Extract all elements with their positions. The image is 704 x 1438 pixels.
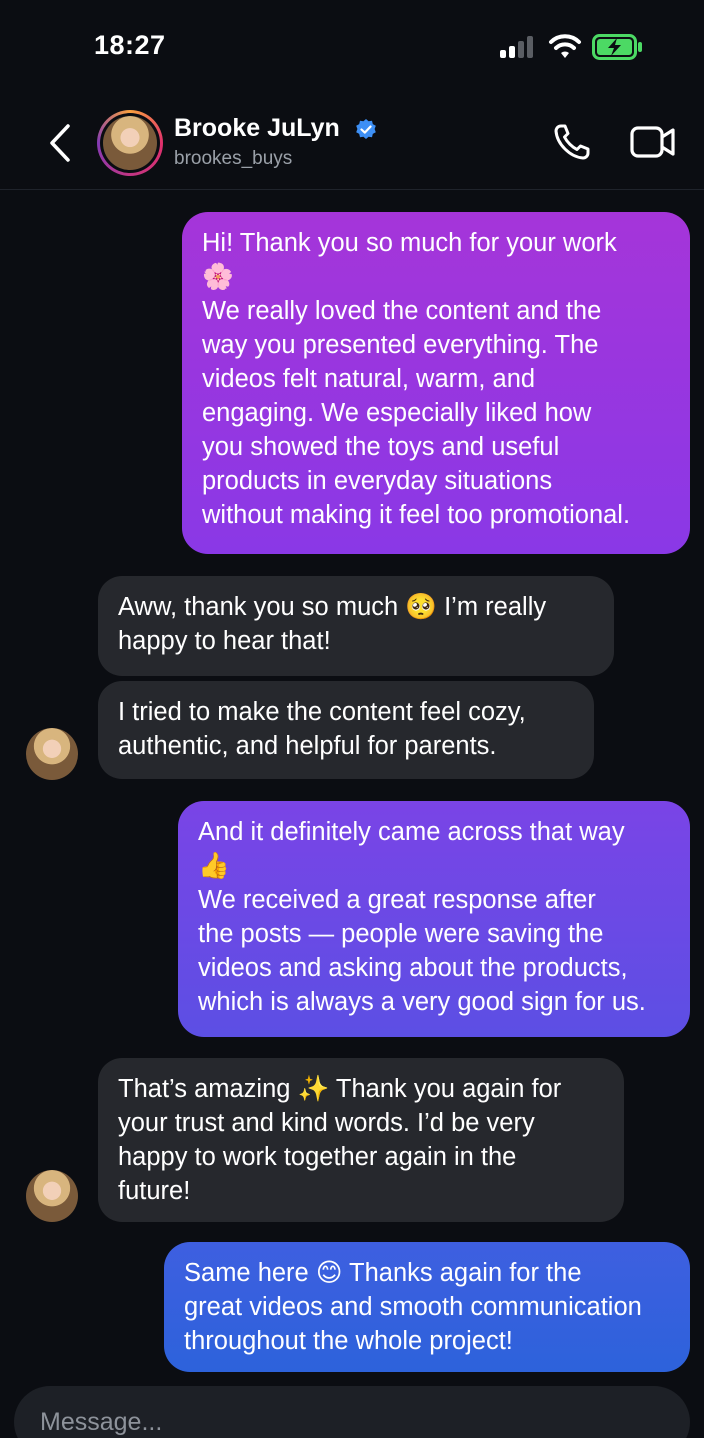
- chat-header: Brooke JuLyn brookes_buys: [0, 96, 704, 190]
- sender-avatar[interactable]: [26, 728, 78, 780]
- battery-charging-icon: [592, 34, 642, 60]
- message-line: great videos and smooth communication: [184, 1293, 642, 1321]
- message-line: And it definitely came across that way: [198, 818, 625, 846]
- contact-avatar[interactable]: [97, 110, 163, 176]
- message-line: That’s amazing ✨ Thank you again for: [118, 1075, 562, 1103]
- message-outgoing[interactable]: Same here 😊 Thanks again for the great v…: [164, 1242, 690, 1372]
- status-bar: 18:27: [0, 0, 704, 96]
- message-line: authentic, and helpful for parents.: [118, 732, 497, 760]
- message-line: Same here 😊 Thanks again for the: [184, 1259, 582, 1287]
- message-input[interactable]: [40, 1398, 640, 1438]
- cellular-signal-icon: [500, 36, 536, 58]
- message-line: you showed the toys and useful: [202, 433, 560, 461]
- message-line: throughout the whole project!: [184, 1327, 513, 1355]
- message-incoming[interactable]: Aww, thank you so much 🥺 I’m really happ…: [98, 576, 614, 676]
- contact-handle: brookes_buys: [174, 148, 293, 169]
- sender-avatar[interactable]: [26, 1170, 78, 1222]
- video-camera-icon[interactable]: [630, 124, 676, 160]
- message-outgoing[interactable]: Hi! Thank you so much for your work 🌸 We…: [182, 212, 690, 554]
- message-line: way you presented everything. The: [202, 331, 599, 359]
- message-composer: [14, 1386, 690, 1438]
- message-line: products in everyday situations: [202, 467, 553, 495]
- message-line: engaging. We especially liked how: [202, 399, 592, 427]
- message-line: the posts — people were saving the: [198, 920, 604, 948]
- contact-name[interactable]: Brooke JuLyn: [174, 114, 340, 143]
- verified-badge-icon: [356, 119, 376, 139]
- message-line: Hi! Thank you so much for your work: [202, 229, 617, 257]
- status-time: 18:27: [94, 30, 166, 60]
- message-line: your trust and kind words. I’d be very: [118, 1109, 535, 1137]
- message-line: videos and asking about the products,: [198, 954, 628, 982]
- flower-emoji: 🌸: [202, 263, 234, 291]
- message-line: We received a great response after: [198, 886, 596, 914]
- chevron-left-icon[interactable]: [44, 122, 76, 164]
- wifi-icon: [549, 34, 581, 58]
- message-line: We really loved the content and the: [202, 297, 602, 325]
- message-line: future!: [118, 1177, 191, 1205]
- thumbs-up-emoji: 👍: [198, 852, 230, 880]
- message-line: I tried to make the content feel cozy,: [118, 698, 526, 726]
- message-line: without making it feel too promotional.: [202, 501, 631, 529]
- message-incoming[interactable]: That’s amazing ✨ Thank you again for you…: [98, 1058, 624, 1222]
- message-line: which is always a very good sign for us.: [198, 988, 646, 1016]
- message-line: happy to hear that!: [118, 627, 331, 655]
- message-outgoing[interactable]: And it definitely came across that way 👍…: [178, 801, 690, 1037]
- message-incoming[interactable]: I tried to make the content feel cozy, a…: [98, 681, 594, 779]
- phone-icon[interactable]: [552, 122, 592, 162]
- message-line: Aww, thank you so much 🥺 I’m really: [118, 593, 547, 621]
- message-line: videos felt natural, warm, and: [202, 365, 536, 393]
- message-line: happy to work together again in the: [118, 1143, 517, 1171]
